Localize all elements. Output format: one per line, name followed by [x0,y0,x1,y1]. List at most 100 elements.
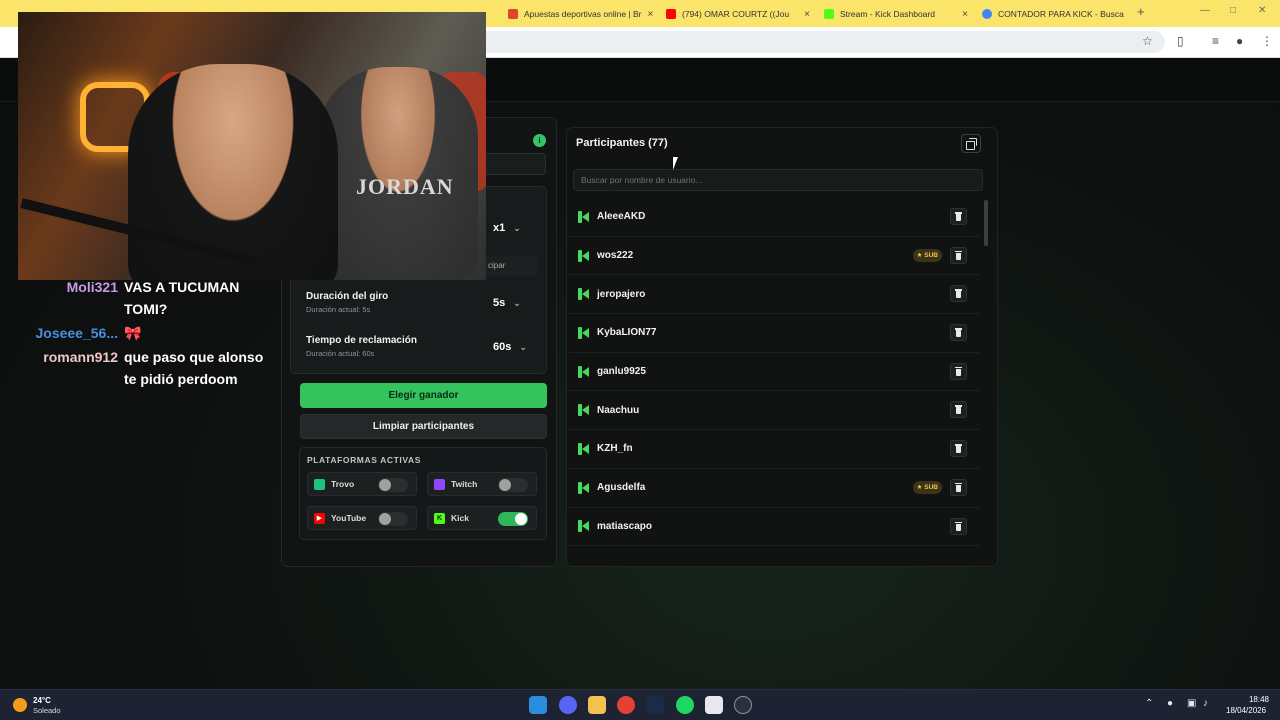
obs-icon[interactable] [734,696,752,714]
kick-icon [578,365,590,378]
pick-winner-button[interactable]: Elegir ganador [300,383,547,408]
volume-icon[interactable]: ♪ [1203,698,1208,709]
trash-icon[interactable] [950,440,967,458]
chat-text: que paso que alonso te pidió perdoom [124,349,264,387]
participant-name: AleeeAKD [597,211,646,223]
status-indicator: i [533,134,546,147]
tab-favicon-icon [508,9,518,19]
temperature: 24°C [33,696,51,705]
trash-icon[interactable] [950,362,967,380]
chat-message: Moli321 VAS A TUCUMAN TOMI? [20,276,282,320]
platform-kick: K Kick [427,506,537,530]
platform-trovo: Trovo [307,472,417,496]
app-icon[interactable] [705,696,723,714]
clock-date[interactable]: 18/04/2026 [1226,706,1266,715]
maximize-icon[interactable]: □ [1230,5,1236,16]
kick-icon [578,481,590,494]
tab-contador[interactable]: CONTADOR PARA KICK - Busca × [972,4,1130,24]
participants-title: Participantes (77) [576,137,668,149]
youtube-favicon-icon [666,9,676,19]
profile-icon[interactable]: ● [1236,34,1243,48]
bookmark-star-icon[interactable]: ☆ [1142,34,1153,48]
spin-duration-select[interactable]: 5s ⌄ [493,297,521,309]
clear-participants-button[interactable]: Limpiar participantes [300,414,547,439]
youtube-icon: ▶ [314,512,325,524]
minimize-icon[interactable]: — [1200,5,1210,16]
kick-icon [578,520,590,533]
twitch-toggle[interactable] [498,478,528,492]
trash-icon[interactable] [950,285,967,303]
claim-time-select[interactable]: 60s ⌄ [493,341,527,353]
chat-message: Joseee_56... 🎀 [20,322,282,344]
kick-toggle[interactable] [498,512,528,526]
copy-icon[interactable] [961,134,981,153]
network-icon[interactable]: ▣ [1187,698,1196,709]
close-window-icon[interactable]: ✕ [1258,5,1266,16]
tab-apuestas[interactable]: Apuestas deportivas online | Br × [498,4,656,24]
show-hidden-icons-icon[interactable]: ⌃ [1145,698,1153,709]
tab-kick-dashboard[interactable]: Stream - Kick Dashboard × [814,4,972,24]
participant-row: KZH_fn [569,430,979,469]
start-windows-icon[interactable] [529,696,547,714]
kick-favicon-icon [824,9,834,19]
extensions-icon[interactable]: ▯ [1177,34,1184,48]
participant-name: jeropajero [597,288,646,300]
kick-icon: K [434,512,445,524]
participant-name: KZH_fn [597,443,633,455]
participant-row: jeropajero [569,275,979,315]
trash-icon[interactable] [950,246,967,264]
kick-icon [578,442,590,455]
chat-text: 🎀 [124,325,142,341]
trash-icon[interactable] [950,478,967,496]
participate-command-field[interactable]: cipar [486,256,538,276]
chat-message: romann912 que paso que alonso te pidió pe… [20,346,282,390]
active-platforms-title: PLATAFORMAS ACTIVAS [307,455,422,465]
participant-name: KybaLION77 [597,327,657,339]
discord-icon[interactable] [559,696,577,714]
google-favicon-icon [982,9,992,19]
mouse-cursor-icon [673,157,683,170]
participant-row: AleeeAKD [569,198,979,237]
trash-icon[interactable] [950,517,967,535]
sub-badge: ★ SUB [912,248,942,262]
participant-name: matiascapo [597,520,653,532]
participants-scrollbar[interactable] [984,200,988,246]
participant-search-input[interactable] [573,169,983,191]
twitch-icon [434,478,445,490]
tab-youtube[interactable]: (794) OMAR COURTZ ((Jou × [656,4,814,24]
microphone-icon[interactable]: ● [1167,698,1173,709]
spotify-icon[interactable] [676,696,694,714]
participant-row: matiascapo [569,508,979,547]
trash-icon[interactable] [950,324,967,342]
close-tab-icon[interactable]: × [804,9,814,20]
sun-weather-icon[interactable] [13,698,27,712]
multiplier-select[interactable]: x1 ⌄ [493,222,521,234]
steam-icon[interactable] [646,696,664,714]
menu-icon[interactable]: ⋮ [1261,34,1273,48]
kick-icon [578,249,590,262]
trash-icon[interactable] [950,401,967,419]
chat-text: VAS A TUCUMAN TOMI? [124,279,240,317]
chat-username: romann912 [43,349,118,365]
kick-icon [578,326,590,339]
clock-time[interactable]: 18:48 [1247,695,1269,704]
close-tab-icon[interactable]: × [648,9,657,20]
streamer-left [128,64,338,280]
weather-condition: Soleado [33,706,61,715]
settings-input[interactable] [486,153,546,175]
shirt-print: JORDAN [356,174,454,199]
webcam-overlay: JORDAN [18,12,486,280]
chat-username: Joseee_56... [35,325,118,341]
chat-username: Moli321 [66,279,118,295]
trash-icon[interactable] [950,208,967,225]
youtube-toggle[interactable] [378,512,408,526]
trovo-toggle[interactable] [378,478,408,492]
chrome-icon[interactable] [617,696,635,714]
close-tab-icon[interactable]: × [962,9,972,20]
platform-youtube: ▶ YouTube [307,506,417,530]
new-tab-button[interactable]: + [1137,4,1145,19]
participant-row: Agusdelfa ★ SUB [569,469,979,508]
media-controls-icon[interactable]: ≡ [1212,34,1219,48]
file-explorer-icon[interactable] [588,696,606,714]
chevron-down-icon: ⌄ [519,341,527,352]
